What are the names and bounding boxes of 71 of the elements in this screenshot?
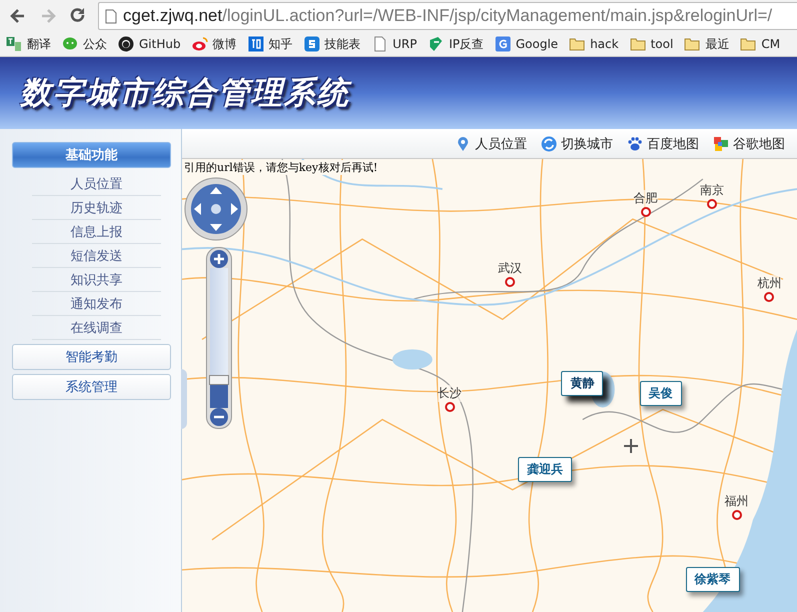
app-title: 数字城市综合管理系统 bbox=[20, 74, 350, 113]
folder-icon bbox=[569, 36, 586, 52]
plus-icon bbox=[214, 254, 224, 264]
zoom-in-button[interactable] bbox=[210, 250, 228, 268]
character-logo-icon bbox=[248, 36, 264, 52]
bookmark-item[interactable]: 微博 bbox=[190, 36, 239, 52]
page-icon bbox=[372, 36, 388, 52]
city-dot-icon bbox=[732, 510, 742, 520]
bookmark-item[interactable]: GitHub bbox=[116, 36, 183, 52]
city-dot-icon bbox=[764, 292, 774, 302]
bookmark-item[interactable]: 技能表 bbox=[302, 36, 363, 52]
left-arrow-icon bbox=[9, 7, 27, 25]
minus-icon bbox=[214, 415, 224, 419]
cubes-icon bbox=[713, 136, 729, 152]
eye-logo-icon bbox=[192, 36, 208, 52]
city-dot-icon bbox=[707, 199, 718, 210]
zoom-slider-thumb[interactable] bbox=[209, 375, 229, 385]
menu-item[interactable]: 短信发送 bbox=[32, 244, 161, 268]
folder-icon bbox=[740, 36, 756, 52]
crosshair-icon bbox=[624, 439, 638, 453]
address-bar[interactable]: cget.zjwq.net/loginUL.action?url=/WEB-INF/jsp/cityManagement/main.jsp&reloginUrl=/ bbox=[98, 2, 797, 30]
menu-item[interactable]: 历史轨迹 bbox=[32, 196, 161, 220]
pan-control[interactable] bbox=[184, 177, 248, 241]
paw-icon bbox=[627, 136, 643, 152]
city-label: 南京 bbox=[700, 182, 724, 200]
person-marker-label[interactable]: 吴俊 bbox=[640, 381, 682, 406]
chat-bubble-icon bbox=[62, 36, 78, 52]
folder-icon bbox=[684, 36, 700, 52]
bookmark-item[interactable]: 翻译 bbox=[4, 36, 53, 52]
person-marker-label[interactable]: 黄静 bbox=[561, 371, 604, 396]
bookmark-item[interactable]: CM bbox=[738, 36, 782, 52]
menu-item[interactable]: 信息上报 bbox=[32, 220, 161, 244]
url-text: cget.zjwq.net/loginUL.action?url=/WEB-INF/jsp/cityManagement/main.jsp&reloginUrl=/ bbox=[123, 6, 772, 26]
bookmark-item[interactable]: 公众 bbox=[60, 36, 109, 52]
folder-icon bbox=[630, 36, 646, 52]
zoom-out-button[interactable] bbox=[210, 408, 228, 426]
menu-group-header[interactable]: 智能考勤 bbox=[12, 344, 171, 370]
bookmark-item[interactable]: Google bbox=[492, 36, 560, 52]
city-dot-icon bbox=[504, 277, 515, 288]
circular-arrows-icon bbox=[541, 136, 557, 152]
g-logo-icon bbox=[494, 36, 511, 52]
bookmark-item[interactable]: 最近 bbox=[682, 36, 732, 52]
error-message: 引用的url错误，请您与key核对后再试! bbox=[184, 160, 378, 175]
city-dot-icon bbox=[640, 206, 651, 217]
s-logo-icon bbox=[304, 36, 320, 52]
menu-item[interactable]: 在线调查 bbox=[32, 316, 161, 340]
bookmark-item[interactable]: IP反查 bbox=[426, 36, 486, 52]
map-toolbar-button[interactable]: 切换城市 bbox=[541, 134, 613, 152]
translate-icon bbox=[6, 36, 22, 52]
map-toolbar-button[interactable]: 谷歌地图 bbox=[713, 134, 785, 152]
city-dot-icon bbox=[444, 402, 455, 412]
map-toolbar-button[interactable]: 人员位置 bbox=[455, 134, 527, 152]
map-toolbar-button[interactable]: 百度地图 bbox=[627, 134, 699, 152]
menu-group-header[interactable]: 基础功能 bbox=[12, 142, 171, 168]
menu-group-header[interactable]: 系统管理 bbox=[12, 374, 171, 400]
menu-item[interactable]: 知识共享 bbox=[32, 268, 161, 292]
location-pin-icon bbox=[455, 136, 471, 152]
person-marker-label[interactable]: 龚迎兵 bbox=[518, 456, 572, 482]
bookmark-item[interactable]: URP bbox=[370, 36, 419, 52]
bookmark-item[interactable]: tool bbox=[628, 36, 676, 52]
menu-item[interactable]: 人员位置 bbox=[32, 172, 161, 196]
city-label: 合肥 bbox=[634, 190, 658, 207]
collapse-handle[interactable] bbox=[181, 369, 187, 429]
person-marker-label[interactable]: 徐紫琴 bbox=[686, 566, 740, 592]
right-arrow-icon bbox=[39, 7, 57, 25]
reload-icon bbox=[69, 7, 87, 25]
menu-item[interactable]: 通知发布 bbox=[32, 292, 161, 316]
city-label: 福州 bbox=[724, 492, 749, 510]
bookmark-item[interactable]: 知乎 bbox=[246, 36, 295, 52]
bookmark-item[interactable]: hack bbox=[567, 36, 621, 52]
page-icon bbox=[105, 8, 117, 24]
